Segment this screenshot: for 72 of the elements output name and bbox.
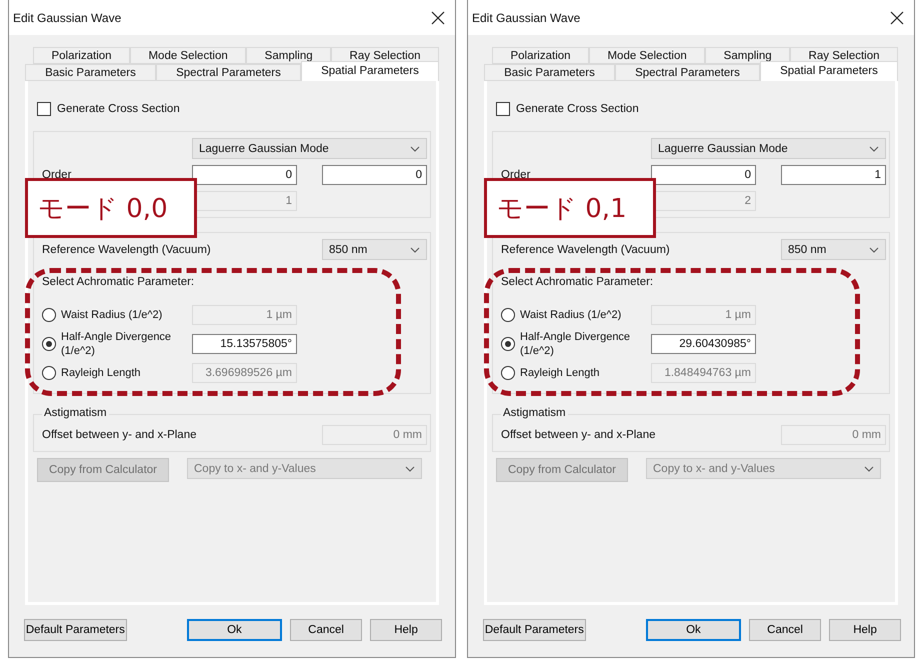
order-field[interactable]: 0 (651, 165, 756, 185)
window-title: Edit Gaussian Wave (472, 10, 580, 24)
radio-button[interactable] (42, 308, 56, 322)
dialog-button[interactable]: Cancel (290, 619, 362, 641)
close-icon[interactable] (890, 10, 904, 24)
tab[interactable]: Mode Selection (130, 47, 246, 64)
dialog-button[interactable]: Default Parameters (24, 619, 127, 641)
dialog-button[interactable]: Default Parameters (483, 619, 586, 641)
group-title: Astigmatism (42, 407, 109, 419)
order-label: Order (501, 169, 532, 181)
radio-label: Waist Radius (1/e^2) (61, 308, 164, 322)
dialog-button[interactable]: Help (370, 619, 442, 641)
annotation-callout: モード 0,0 (25, 178, 197, 238)
dialog-button[interactable]: Ok (186, 619, 282, 641)
radio-button[interactable] (42, 336, 56, 350)
value-field[interactable]: 1 µm (192, 304, 297, 324)
wavelength-dropdown[interactable]: 850 nm (781, 239, 886, 260)
dialog-button[interactable]: Cancel (749, 619, 822, 641)
window-title: Edit Gaussian Wave (13, 10, 122, 24)
value-field[interactable]: 1 µm (651, 304, 756, 324)
tab[interactable]: Sampling (705, 47, 790, 64)
group-title: Astigmatism (501, 407, 568, 419)
order-field[interactable]: 0 (322, 165, 427, 185)
annotation-callout: モード 0,1 (484, 178, 656, 238)
radio-button[interactable] (501, 336, 515, 350)
checkbox-label: Generate Cross Section (57, 103, 180, 115)
value-field[interactable]: 1.848494763 µm (651, 362, 756, 382)
tab[interactable]: Polarization (492, 47, 590, 64)
chevron-icon (864, 466, 874, 472)
dialog-button[interactable]: Help (829, 619, 901, 641)
radio-label: Half-Angle Divergence (1/e^2) (520, 330, 632, 358)
chevron-icon (410, 246, 420, 252)
chevron-icon (410, 146, 420, 152)
order-label: Order (42, 169, 72, 181)
checkbox[interactable] (496, 102, 510, 116)
section-label: Select Achromatic Parameter: (42, 276, 194, 288)
checkbox-label: Generate Cross Section (516, 103, 639, 115)
wavelength-label: Reference Wavelength (Vacuum) (501, 244, 671, 256)
value-field[interactable]: 29.60430985° (651, 334, 756, 354)
checkbox[interactable] (37, 102, 51, 116)
radio-button[interactable] (501, 366, 515, 380)
chevron-icon (869, 146, 879, 152)
radio-label: Waist Radius (1/e^2) (520, 308, 622, 322)
close-icon[interactable] (431, 10, 445, 24)
order-field[interactable]: 0 (192, 165, 297, 185)
offset-field[interactable]: 0 mm (322, 425, 427, 445)
dialog-button[interactable]: Ok (646, 619, 742, 641)
value-field[interactable]: 3.696989526 µm (192, 362, 297, 382)
offset-field[interactable]: 0 mm (781, 425, 886, 445)
tab[interactable]: Basic Parameters (25, 64, 156, 81)
wavelength-dropdown[interactable]: 850 nm (322, 239, 427, 260)
radio-label: Rayleigh Length (61, 366, 142, 380)
tab[interactable]: Polarization (33, 47, 130, 64)
mode-dropdown[interactable]: Laguerre Gaussian Mode (651, 138, 886, 159)
value-field[interactable]: 15.13575805° (192, 334, 297, 354)
mode-dropdown[interactable]: Laguerre Gaussian Mode (192, 138, 427, 159)
tab[interactable]: Basic Parameters (484, 64, 615, 81)
wavelength-label: Reference Wavelength (Vacuum) (42, 244, 212, 256)
order-field[interactable]: 1 (781, 165, 886, 185)
tab[interactable]: Spectral Parameters (156, 64, 301, 81)
tab[interactable]: Spectral Parameters (614, 64, 760, 81)
section-label: Select Achromatic Parameter: (501, 276, 654, 288)
tab[interactable]: Sampling (246, 47, 332, 64)
radio-button[interactable] (42, 366, 56, 380)
radio-label: Half-Angle Divergence (1/e^2) (61, 330, 172, 358)
chevron-icon (869, 246, 879, 252)
chevron-icon (405, 466, 415, 472)
tab[interactable]: Spatial Parameters (301, 61, 439, 81)
radio-label: Rayleigh Length (520, 366, 601, 380)
tab[interactable]: Mode Selection (589, 47, 706, 64)
tab[interactable]: Spatial Parameters (760, 61, 898, 81)
radio-button[interactable] (501, 308, 515, 322)
